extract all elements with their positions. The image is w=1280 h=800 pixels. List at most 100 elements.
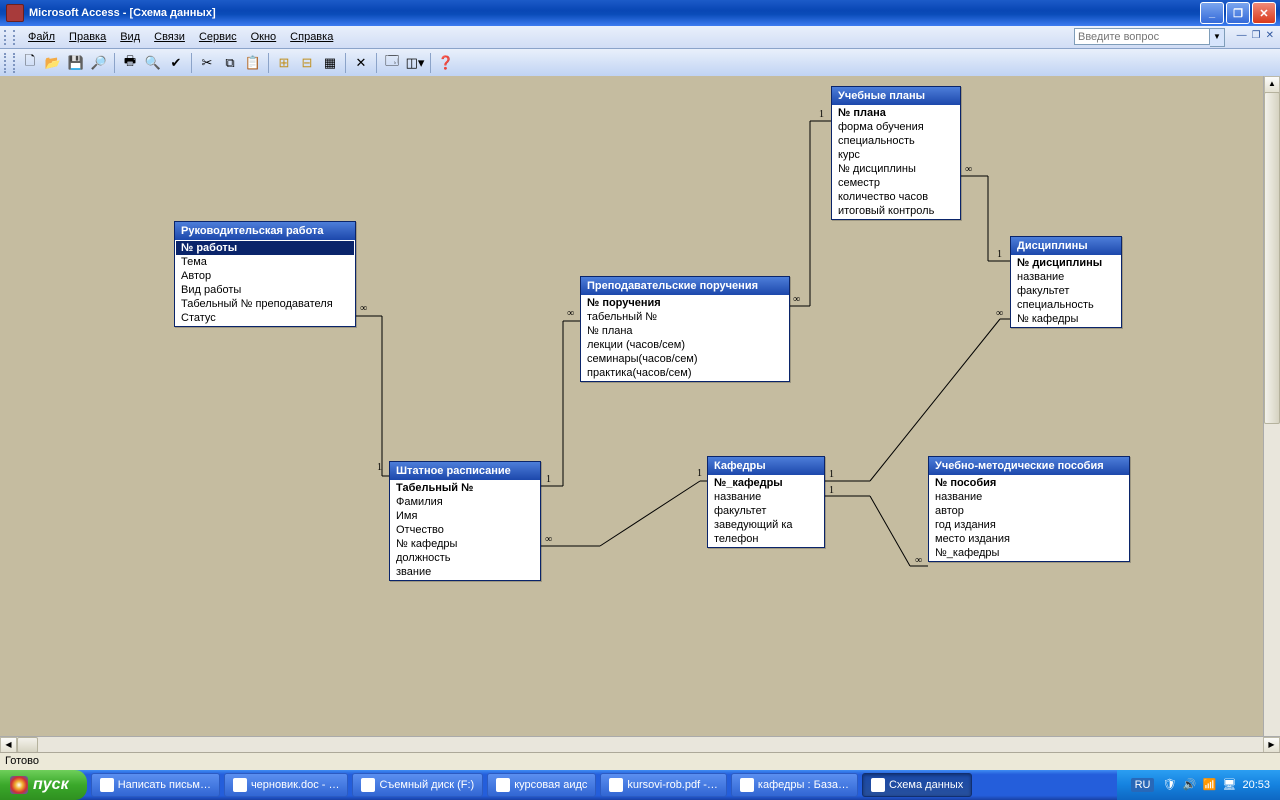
database-window-button[interactable]: 🗔 xyxy=(381,52,403,74)
print-button[interactable]: 🖶 xyxy=(119,52,141,74)
toolbar-grip-2[interactable] xyxy=(4,53,15,73)
field-item[interactable]: № кафедры xyxy=(391,537,539,551)
field-item[interactable]: Имя xyxy=(391,509,539,523)
field-item[interactable]: год издания xyxy=(930,518,1128,532)
help-button[interactable]: ❓ xyxy=(435,52,457,74)
field-item[interactable]: № дисциплины xyxy=(1012,256,1120,270)
relationships-canvas[interactable]: ∞ 1 1 ∞ ∞ 1 ∞ 1 ∞ 1 1 ∞ 1 ∞ Руководитель… xyxy=(0,76,1280,763)
field-item[interactable]: звание xyxy=(391,565,539,579)
field-item[interactable]: Автор xyxy=(176,269,354,283)
language-indicator[interactable]: RU xyxy=(1131,778,1155,792)
field-item[interactable]: автор xyxy=(930,504,1128,518)
field-item[interactable]: факультет xyxy=(709,504,823,518)
field-item[interactable]: № работы xyxy=(176,241,354,255)
menu-relations[interactable]: Связи xyxy=(147,29,192,45)
table-title[interactable]: Учебные планы xyxy=(832,87,960,105)
new-button[interactable]: 🗋 xyxy=(19,52,41,74)
taskbar-item[interactable]: кафедры : База… xyxy=(731,773,858,797)
field-item[interactable]: № плана xyxy=(582,324,788,338)
field-item[interactable]: название xyxy=(709,490,823,504)
field-item[interactable]: телефон xyxy=(709,532,823,546)
field-item[interactable]: №_кафедры xyxy=(709,476,823,490)
table-discipliny[interactable]: Дисциплины№ дисциплиныназваниефакультетс… xyxy=(1010,236,1122,328)
help-question-dropdown[interactable]: ▼ xyxy=(1210,28,1225,47)
taskbar-item[interactable]: kursovi-rob.pdf -… xyxy=(600,773,726,797)
tray-icon[interactable]: 🛡 xyxy=(1162,778,1176,792)
close-button[interactable]: ✕ xyxy=(1252,2,1276,24)
field-item[interactable]: практика(часов/сем) xyxy=(582,366,788,380)
field-item[interactable]: специальность xyxy=(1012,298,1120,312)
field-item[interactable]: Вид работы xyxy=(176,283,354,297)
table-title[interactable]: Преподавательские поручения xyxy=(581,277,789,295)
field-item[interactable]: № пособия xyxy=(930,476,1128,490)
menu-help[interactable]: Справка xyxy=(283,29,340,45)
scroll-thumb[interactable] xyxy=(1264,92,1280,424)
tray-icon[interactable]: 📶 xyxy=(1202,778,1216,792)
field-item[interactable]: Табельный № преподавателя xyxy=(176,297,354,311)
table-posobiya[interactable]: Учебно-методические пособия№ пособияназв… xyxy=(928,456,1130,562)
taskbar-item[interactable]: Съемный диск (F:) xyxy=(352,773,483,797)
show-direct-button[interactable]: ⊟ xyxy=(296,52,318,74)
taskbar-item[interactable]: Схема данных xyxy=(862,773,972,797)
field-item[interactable]: название xyxy=(930,490,1128,504)
open-button[interactable]: 📂 xyxy=(42,52,64,74)
clock[interactable]: 20:53 xyxy=(1242,779,1270,791)
menu-file[interactable]: Файл xyxy=(21,29,62,45)
field-item[interactable]: семестр xyxy=(833,176,959,190)
save-button[interactable]: 💾 xyxy=(65,52,87,74)
table-uchebnye-plany[interactable]: Учебные планы№ планаформа обученияспециа… xyxy=(831,86,961,220)
field-item[interactable]: Тема xyxy=(176,255,354,269)
toolbar-grip[interactable] xyxy=(4,30,15,45)
filesearch-button[interactable]: 🔎 xyxy=(88,52,110,74)
table-title[interactable]: Штатное расписание xyxy=(390,462,540,480)
paste-button[interactable]: 📋 xyxy=(242,52,264,74)
field-item[interactable]: место издания xyxy=(930,532,1128,546)
taskbar-item[interactable]: черновик.doc - … xyxy=(224,773,349,797)
field-item[interactable]: лекции (часов/сем) xyxy=(582,338,788,352)
scroll-left-button[interactable]: ◀ xyxy=(0,737,17,753)
menu-edit[interactable]: Правка xyxy=(62,29,113,45)
field-item[interactable]: Отчество xyxy=(391,523,539,537)
field-item[interactable]: должность xyxy=(391,551,539,565)
mdi-minimize[interactable]: — xyxy=(1237,30,1247,41)
menu-view[interactable]: Вид xyxy=(113,29,147,45)
table-shtatnoe[interactable]: Штатное расписаниеТабельный №ФамилияИмяО… xyxy=(389,461,541,581)
field-item[interactable]: название xyxy=(1012,270,1120,284)
show-all-button[interactable]: ▦ xyxy=(319,52,341,74)
mdi-close[interactable]: ✕ xyxy=(1266,30,1274,41)
field-item[interactable]: № кафедры xyxy=(1012,312,1120,326)
field-item[interactable]: заведующий ка xyxy=(709,518,823,532)
field-item[interactable]: Фамилия xyxy=(391,495,539,509)
field-item[interactable]: № плана xyxy=(833,106,959,120)
menu-tools[interactable]: Сервис xyxy=(192,29,244,45)
help-question-input[interactable] xyxy=(1074,28,1210,45)
minimize-button[interactable]: _ xyxy=(1200,2,1224,24)
menu-window[interactable]: Окно xyxy=(244,29,284,45)
table-rukovoditelskaya[interactable]: Руководительская работа№ работыТемаАвтор… xyxy=(174,221,356,327)
maximize-button[interactable]: ❐ xyxy=(1226,2,1250,24)
field-item[interactable]: количество часов xyxy=(833,190,959,204)
field-item[interactable]: курс xyxy=(833,148,959,162)
taskbar-item[interactable]: курсовая аидс xyxy=(487,773,596,797)
table-title[interactable]: Руководительская работа xyxy=(175,222,355,240)
start-button[interactable]: пуск xyxy=(0,770,87,800)
tray-icon[interactable]: 🔊 xyxy=(1182,778,1196,792)
field-item[interactable]: семинары(часов/сем) xyxy=(582,352,788,366)
delete-button[interactable]: ✕ xyxy=(350,52,372,74)
canvas-horizontal-scrollbar[interactable]: ◀ ▶ xyxy=(0,736,1280,753)
field-item[interactable]: № поручения xyxy=(582,296,788,310)
table-kafedry[interactable]: Кафедры№_кафедрыназваниефакультетзаведую… xyxy=(707,456,825,548)
field-item[interactable]: факультет xyxy=(1012,284,1120,298)
table-title[interactable]: Дисциплины xyxy=(1011,237,1121,255)
scroll-right-button[interactable]: ▶ xyxy=(1263,737,1280,753)
field-item[interactable]: форма обучения xyxy=(833,120,959,134)
field-item[interactable]: Табельный № xyxy=(391,481,539,495)
scroll-up-button[interactable]: ▲ xyxy=(1264,76,1280,93)
mdi-restore[interactable]: ❐ xyxy=(1252,30,1261,41)
table-prepodavatelskie[interactable]: Преподавательские поручения№ порученията… xyxy=(580,276,790,382)
print-preview-button[interactable]: 🔍 xyxy=(142,52,164,74)
field-item[interactable]: табельный № xyxy=(582,310,788,324)
canvas-vertical-scrollbar[interactable]: ▲ ▼ xyxy=(1263,76,1280,763)
field-item[interactable]: № дисциплины xyxy=(833,162,959,176)
field-item[interactable]: итоговый контроль xyxy=(833,204,959,218)
